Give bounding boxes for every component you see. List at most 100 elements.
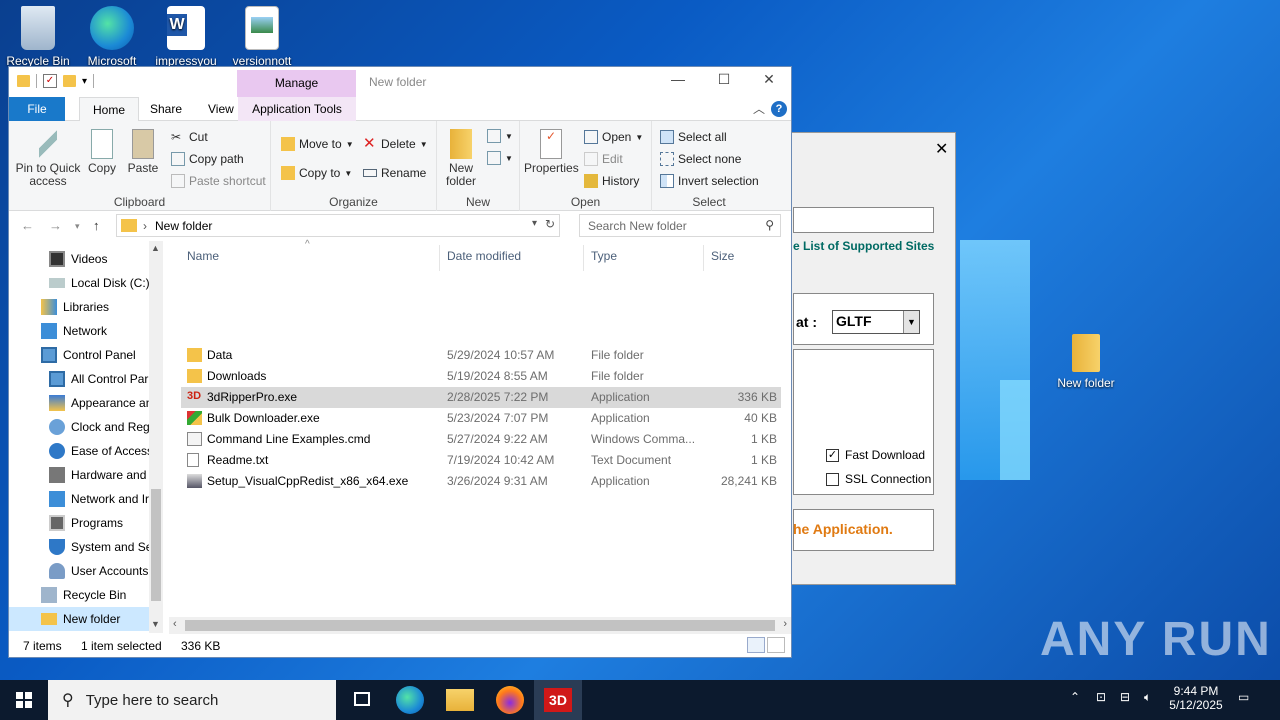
back-arrow-icon[interactable]: ← (21, 218, 34, 233)
select-all-button[interactable]: Select all (660, 130, 727, 144)
history-button[interactable]: History (584, 174, 639, 188)
file-explorer-icon[interactable] (446, 689, 474, 711)
easy-access-button[interactable]: ▼ (487, 151, 513, 165)
file-row-command-line[interactable]: Command Line Examples.cmd 5/27/2024 9:22… (181, 429, 781, 450)
nav-item-clock[interactable]: Clock and Regi (9, 415, 152, 439)
show-hidden-icons[interactable]: ⌃ (1070, 690, 1080, 704)
file-row-bulk-downloader[interactable]: Bulk Downloader.exe 5/23/2024 7:07 PM Ap… (181, 408, 781, 429)
close-icon[interactable]: ✕ (754, 71, 784, 88)
invert-selection-button[interactable]: Invert selection (660, 174, 759, 188)
move-to-button[interactable]: Move to ▼ (281, 137, 354, 151)
clock[interactable]: 9:44 PM 5/12/2025 (1166, 684, 1226, 712)
ssl-connection-checkbox[interactable]: SSL Connection (826, 472, 931, 486)
nav-item-ease-of-access[interactable]: Ease of Access (9, 439, 153, 463)
chevron-down-icon[interactable]: ▾ (532, 218, 537, 229)
scrollbar-thumb[interactable] (185, 620, 775, 631)
taskbar-search[interactable]: ⚲ Type here to search (48, 680, 336, 720)
nav-item-network[interactable]: Network (9, 319, 149, 343)
file-row-data[interactable]: Data 5/29/2024 10:57 AM File folder (181, 345, 781, 366)
nav-item-recycle-bin[interactable]: Recycle Bin (9, 583, 149, 607)
nav-item-videos[interactable]: Videos (9, 247, 149, 271)
paste-shortcut-button[interactable]: Paste shortcut (171, 174, 266, 188)
nav-item-network-internet[interactable]: Network and Ir (9, 487, 149, 511)
nav-item-user-accounts[interactable]: User Accounts (9, 559, 149, 583)
network-tray-icon[interactable]: ⊡ (1096, 690, 1106, 704)
maximize-icon[interactable]: ☐ (709, 71, 739, 88)
scroll-left-icon[interactable]: ‹ (173, 618, 177, 630)
scrollbar-thumb[interactable] (151, 489, 161, 601)
column-header-size[interactable]: Size (711, 249, 734, 263)
close-icon[interactable]: ✕ (935, 139, 948, 159)
large-icons-view-icon[interactable] (767, 637, 785, 653)
nav-item-appearance[interactable]: Appearance an (9, 391, 152, 415)
edit-button[interactable]: Edit (584, 152, 623, 166)
help-icon[interactable]: ? (771, 101, 787, 117)
recent-locations-icon[interactable]: ▾ (75, 221, 80, 232)
scroll-right-icon[interactable]: › (783, 618, 787, 630)
file-row-downloads[interactable]: Downloads 5/19/2024 8:55 AM File folder (181, 366, 781, 387)
3d-ripper-taskbar-button[interactable]: 3D (534, 680, 582, 720)
nav-pane-scrollbar[interactable]: ▲ ▼ (149, 241, 163, 633)
properties-icon[interactable]: ✓ (43, 74, 57, 88)
nav-item-all-control-panel[interactable]: All Control Par (9, 367, 149, 391)
file-row-readme[interactable]: Readme.txt 7/19/2024 10:42 AM Text Docum… (181, 450, 781, 471)
nav-item-control-panel[interactable]: Control Panel (9, 343, 149, 367)
column-header-type[interactable]: Type (591, 249, 617, 263)
search-input[interactable]: Search New folder ⚲ (579, 214, 781, 237)
format-select[interactable]: GLTF ▼ (832, 310, 920, 334)
column-header-date[interactable]: Date modified (447, 249, 521, 263)
new-folder-button[interactable]: New folder (441, 129, 481, 188)
new-folder-icon[interactable] (63, 75, 76, 87)
wifi-icon[interactable]: ⊟ (1120, 690, 1130, 704)
nav-item-new-folder[interactable]: New folder (9, 607, 149, 631)
nav-item-system-security[interactable]: System and Se (9, 535, 152, 559)
notification-icon[interactable]: ▭ (1238, 690, 1249, 704)
supported-sites-link[interactable]: e List of Supported Sites (793, 239, 934, 253)
url-input[interactable] (793, 207, 934, 233)
firefox-icon[interactable] (496, 686, 524, 714)
details-view-icon[interactable] (747, 637, 765, 653)
address-bar[interactable]: › New folder ▾ ↻ (116, 214, 560, 237)
copy-button[interactable]: Copy (85, 129, 119, 175)
file-list-scrollbar[interactable]: ‹ › (169, 617, 791, 634)
tab-home[interactable]: Home (79, 97, 140, 122)
desktop-icon-image-file[interactable]: versionnott (224, 6, 300, 68)
tab-file[interactable]: File (9, 97, 65, 121)
properties-button[interactable]: ✓ Properties (524, 129, 579, 175)
rename-button[interactable]: Rename (363, 166, 426, 180)
paste-button[interactable]: Paste (125, 129, 161, 175)
pin-quick-access-button[interactable]: Pin to Quick access (15, 129, 81, 188)
tab-application-tools[interactable]: Application Tools (238, 97, 356, 121)
volume-icon[interactable]: 🔈︎ (1144, 690, 1151, 705)
delete-button[interactable]: ✕ Delete ▼ (363, 136, 428, 151)
manage-contextual-tab[interactable]: Manage (237, 70, 356, 97)
nav-item-programs[interactable]: Programs (9, 511, 149, 535)
tab-share[interactable]: Share (137, 97, 195, 121)
nav-item-hardware[interactable]: Hardware and (9, 463, 149, 487)
nav-item-local-disk[interactable]: Local Disk (C:) (9, 271, 150, 295)
file-row-setup-vcredist[interactable]: Setup_VisualCppRedist_x86_x64.exe 3/26/2… (181, 471, 781, 492)
forward-arrow-icon[interactable]: → (49, 218, 62, 233)
collapse-ribbon-icon[interactable]: ︿ (753, 100, 765, 117)
scroll-up-icon[interactable]: ▲ (151, 243, 160, 253)
cut-button[interactable]: ✂ Cut (171, 130, 208, 144)
nav-item-libraries[interactable]: Libraries (9, 295, 149, 319)
copy-path-button[interactable]: Copy path (171, 152, 244, 166)
open-button[interactable]: Open ▼ (584, 130, 643, 144)
scroll-down-icon[interactable]: ▼ (151, 619, 160, 629)
fast-download-checkbox[interactable]: ✓ Fast Download (826, 448, 925, 462)
start-button[interactable] (0, 680, 48, 720)
desktop-icon-edge[interactable]: Microsoft (74, 6, 150, 68)
new-item-button[interactable]: ▼ (487, 129, 513, 143)
edge-icon[interactable] (396, 686, 424, 714)
desktop-icon-recycle-bin[interactable]: Recycle Bin (0, 6, 76, 68)
copy-to-button[interactable]: Copy to ▼ (281, 166, 352, 180)
column-header-name[interactable]: Name (187, 249, 219, 263)
desktop-icon-new-folder[interactable]: New folder (1048, 334, 1124, 390)
minimize-icon[interactable]: — (663, 71, 693, 87)
select-none-button[interactable]: Select none (660, 152, 741, 166)
desktop-icon-word-doc[interactable]: W impressyou (148, 6, 224, 68)
task-view-icon[interactable] (348, 686, 376, 714)
file-row-3dripperpro[interactable]: 3D 3dRipperPro.exe 2/28/2025 7:22 PM App… (181, 387, 781, 408)
customize-dropdown-icon[interactable]: ▾ (82, 76, 87, 87)
